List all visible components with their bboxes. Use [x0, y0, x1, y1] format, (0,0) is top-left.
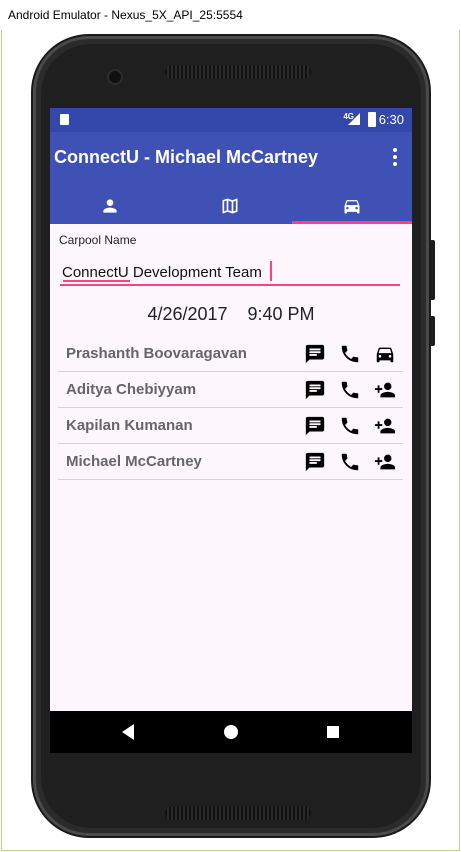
car-icon[interactable]	[374, 343, 396, 365]
tab-map[interactable]	[170, 188, 290, 224]
member-row: Prashanth Boovaragavan	[58, 336, 403, 372]
message-icon[interactable]	[304, 343, 326, 365]
home-icon[interactable]	[224, 725, 238, 739]
carpool-name-input[interactable]	[60, 260, 400, 286]
member-row: Aditya Chebiyyam	[58, 372, 403, 408]
top-speaker-grille	[165, 65, 311, 79]
member-name: Aditya Chebiyyam	[66, 381, 197, 398]
add-person-icon[interactable]	[374, 415, 396, 437]
overflow-menu-icon[interactable]	[392, 148, 398, 168]
text-cursor	[270, 261, 272, 281]
phone-icon[interactable]	[339, 451, 361, 473]
carpool-datetime[interactable]: 4/26/2017 9:40 PM	[50, 304, 412, 325]
carpool-name-label: Carpool Name	[59, 233, 137, 247]
tab-bar	[50, 188, 412, 224]
tab-profile[interactable]	[50, 188, 170, 224]
member-name: Michael McCartney	[66, 453, 202, 470]
message-icon[interactable]	[304, 415, 326, 437]
recent-apps-icon[interactable]	[327, 726, 339, 738]
phone-icon[interactable]	[339, 343, 361, 365]
status-bar: 4G 6:30	[50, 108, 412, 132]
phone-icon[interactable]	[339, 415, 361, 437]
add-person-icon[interactable]	[374, 451, 396, 473]
member-name: Kapilan Kumanan	[66, 417, 193, 434]
volume-button[interactable]	[430, 240, 435, 300]
front-camera	[109, 71, 121, 83]
member-name: Prashanth Boovaragavan	[66, 345, 247, 362]
member-row: Kapilan Kumanan	[58, 408, 403, 444]
signal-icon	[348, 113, 360, 125]
add-person-icon[interactable]	[374, 379, 396, 401]
battery-icon	[368, 112, 376, 127]
person-icon	[103, 199, 117, 213]
app-bar: ConnectU - Michael McCartney	[50, 132, 412, 188]
status-time: 6:30	[378, 112, 404, 127]
bottom-speaker-grille	[165, 806, 311, 820]
map-icon	[222, 198, 238, 214]
sd-card-icon	[60, 114, 69, 125]
message-icon[interactable]	[304, 379, 326, 401]
device-screen: 4G 6:30 ConnectU - Michael McCartney Car…	[50, 108, 412, 753]
phone-icon[interactable]	[339, 379, 361, 401]
back-icon[interactable]	[122, 724, 134, 740]
car-icon	[344, 200, 360, 214]
spellcheck-underline	[63, 280, 130, 282]
power-button[interactable]	[430, 316, 435, 346]
tab-carpool[interactable]	[292, 188, 412, 224]
member-row: Michael McCartney	[58, 444, 403, 480]
navigation-bar	[50, 711, 412, 753]
message-icon[interactable]	[304, 451, 326, 473]
emulator-window-title: Android Emulator - Nexus_5X_API_25:5554	[0, 0, 461, 30]
selected-tab-indicator	[292, 221, 412, 224]
page-title: ConnectU - Michael McCartney	[54, 147, 319, 167]
